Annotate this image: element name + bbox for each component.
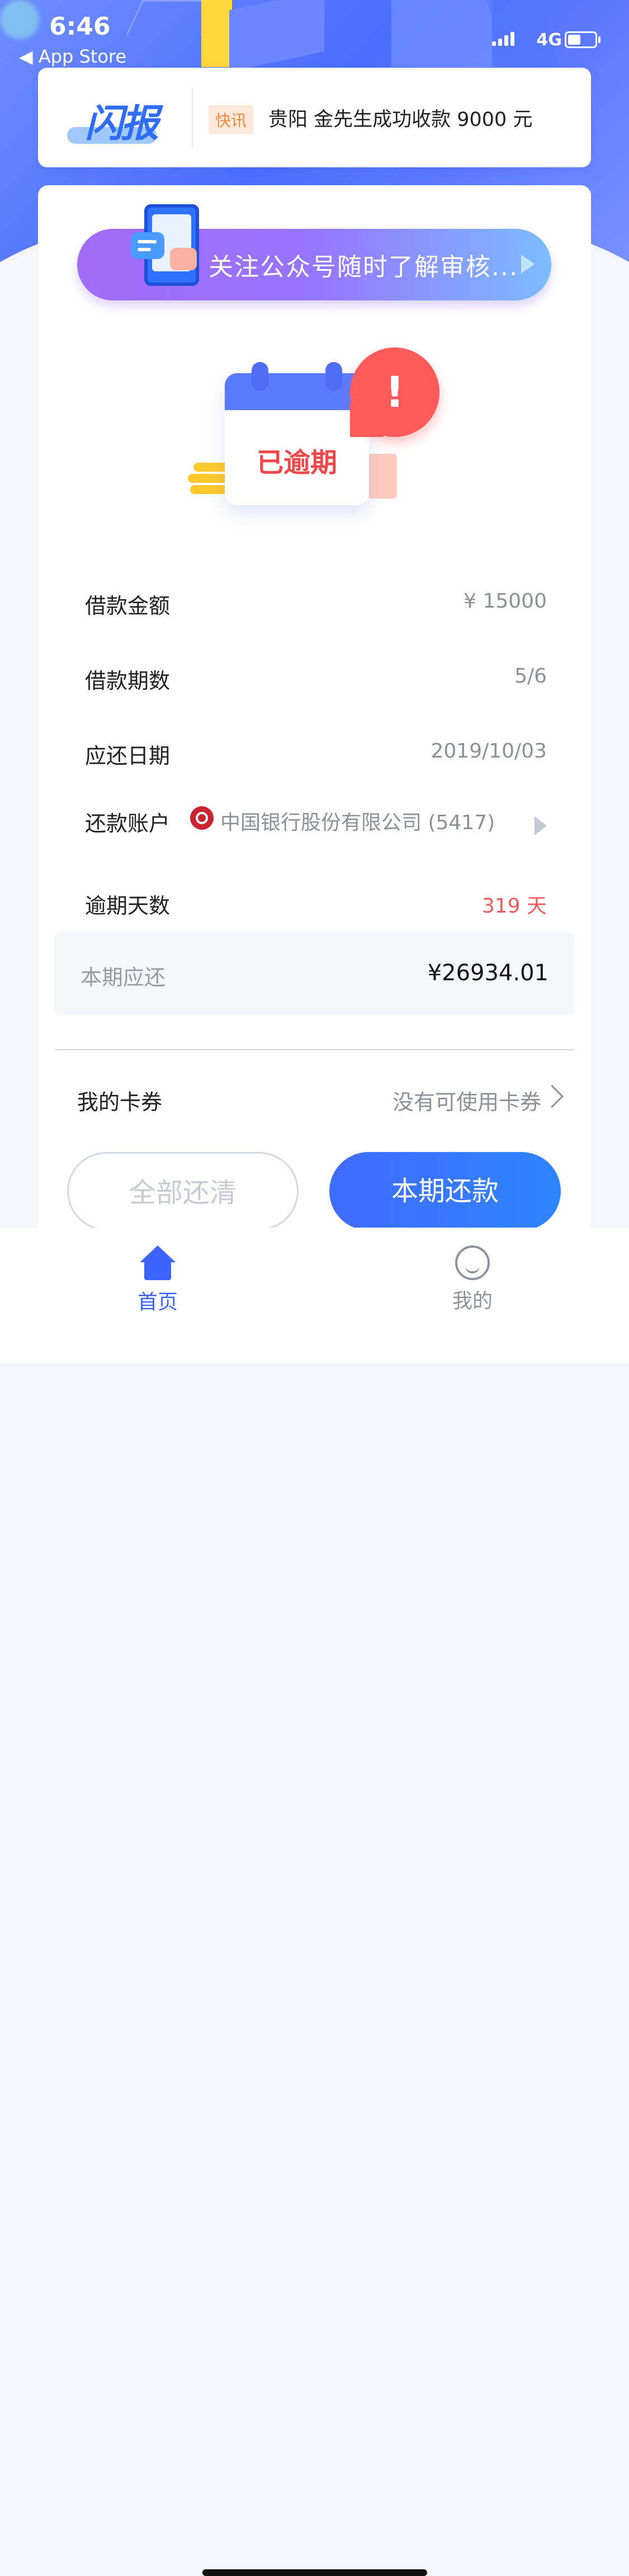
overdue-illustration: 已逾期 !: [188, 347, 445, 510]
news-tag: 快讯: [209, 105, 254, 134]
repay-current-button[interactable]: 本期还款: [329, 1152, 561, 1230]
current-due-box: 本期应还 ¥26934.01: [55, 932, 574, 1015]
overdue-days-label: 逾期天数: [85, 894, 171, 918]
divider: [192, 88, 193, 148]
repayment-account-bank: 中国银行股份有限公司 (5417): [220, 811, 495, 834]
coupons-label: 我的卡券: [77, 1090, 163, 1115]
play-arrow-icon: [521, 255, 535, 274]
banner-text: 关注公众号随时了解审核...: [209, 253, 518, 281]
loan-card: 关注公众号随时了解审核... 已逾期 ! 借款金额 ¥ 15000 借款期数 5…: [38, 185, 591, 1254]
battery-icon: [565, 31, 600, 48]
loan-amount-label: 借款金额: [85, 594, 171, 618]
loan-term-row: 借款期数 5/6: [85, 660, 547, 694]
news-text: 贵阳 金先生成功收款 9000 元: [268, 109, 533, 131]
user-icon: [455, 1245, 490, 1280]
status-time: 6:46: [49, 12, 111, 41]
network-type: 4G: [536, 30, 562, 50]
tab-home[interactable]: 首页: [102, 1245, 214, 1315]
loan-term-value: 5/6: [514, 665, 547, 688]
follow-official-account-banner[interactable]: 关注公众号随时了解审核...: [77, 204, 551, 300]
overdue-days-value: 319 天: [481, 895, 547, 918]
arrow-right-icon: [535, 816, 547, 835]
home-icon: [140, 1245, 176, 1281]
tab-home-label: 首页: [137, 1291, 178, 1314]
repayment-account-row[interactable]: 还款账户 中国银行股份有限公司 (5417): [85, 803, 547, 836]
logo-text: 闪报: [85, 102, 159, 146]
tab-me-label: 我的: [452, 1290, 493, 1313]
banknote-icon: [368, 454, 397, 499]
bank-of-china-icon: [190, 806, 214, 830]
current-due-value: ¥26934.01: [427, 960, 548, 986]
coupons-value: 没有可使用卡券: [392, 1090, 541, 1115]
due-date-row: 应还日期 2019/10/03: [85, 735, 547, 769]
tab-me[interactable]: 我的: [417, 1245, 528, 1314]
due-date-value: 2019/10/03: [431, 740, 547, 763]
back-to-app-store-link[interactable]: ◀ App Store: [19, 46, 126, 67]
loan-amount-value: ¥ 15000: [464, 590, 547, 613]
divider: [55, 1049, 574, 1050]
repay-all-button[interactable]: 全部还清: [67, 1152, 299, 1230]
chat-bubble-icon: [170, 248, 197, 270]
overdue-status-text: 已逾期: [256, 447, 337, 478]
alert-icon: !: [350, 347, 439, 437]
due-date-label: 应还日期: [85, 744, 171, 768]
news-ticker[interactable]: 闪报 快讯 贵阳 金先生成功收款 9000 元: [38, 68, 591, 167]
chevron-right-icon: [540, 1084, 564, 1108]
tab-bar: 首页 我的: [0, 1228, 629, 2576]
calendar-ring: [325, 362, 342, 391]
shanbao-logo: 闪报: [67, 88, 179, 149]
my-coupons-row[interactable]: 我的卡券 没有可使用卡券: [77, 1080, 564, 1115]
calendar-ring: [252, 362, 268, 391]
loan-amount-row: 借款金额 ¥ 15000: [85, 585, 547, 619]
current-due-label: 本期应还: [81, 965, 166, 990]
home-indicator[interactable]: [202, 2569, 427, 2576]
overdue-days-row: 逾期天数 319 天: [85, 885, 547, 919]
signal-icon: [492, 31, 514, 46]
status-bar: 6:46 ◀ App Store 4G: [0, 0, 629, 67]
loan-term-label: 借款期数: [85, 669, 171, 693]
repayment-account-label: 还款账户: [85, 811, 171, 836]
chat-bubble-icon: [131, 232, 164, 259]
calendar-icon: 已逾期: [225, 373, 369, 505]
